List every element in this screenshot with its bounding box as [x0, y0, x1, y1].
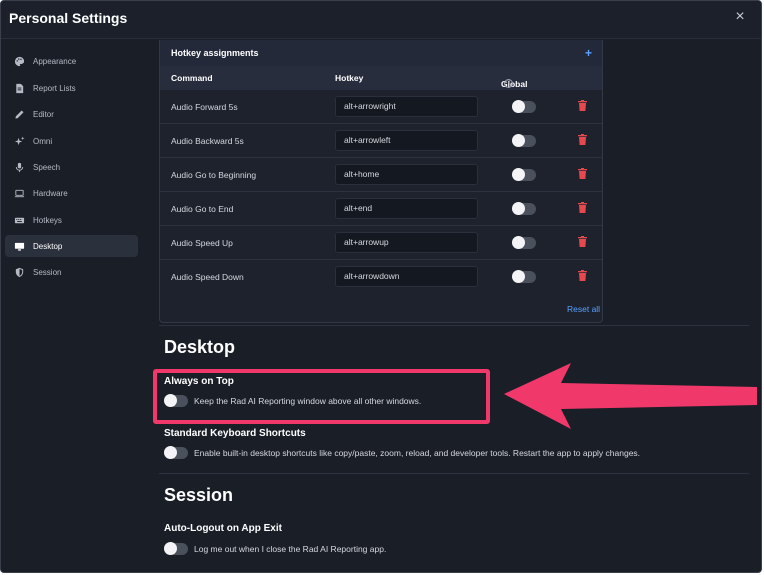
info-icon[interactable]: ? — [504, 79, 513, 88]
shield-icon — [13, 266, 25, 278]
global-toggle[interactable] — [512, 134, 536, 147]
sidebar-item-hotkeys[interactable]: Hotkeys — [5, 209, 138, 231]
auto-logout-description: Log me out when I close the Rad AI Repor… — [194, 544, 387, 554]
keyboard-shortcuts-label: Standard Keyboard Shortcuts — [164, 428, 306, 439]
close-icon[interactable]: × — [731, 8, 749, 26]
sidebar-item-omni[interactable]: Omni — [5, 130, 138, 152]
session-section-title: Session — [164, 485, 234, 505]
sidebar-item-report-lists[interactable]: Report Lists — [5, 77, 138, 99]
table-row: Audio Go to Beginning alt+home — [160, 158, 602, 192]
table-row: Audio Speed Up alt+arrowup — [160, 226, 602, 260]
hotkey-input[interactable]: alt+arrowleft — [335, 130, 478, 151]
column-hotkey: Hotkey — [335, 73, 364, 83]
sidebar-item-session[interactable]: Session — [5, 261, 138, 283]
hotkey-command: Audio Speed Down — [171, 272, 244, 282]
annotation-arrow-icon — [504, 363, 757, 429]
global-toggle[interactable] — [512, 168, 536, 181]
sidebar-item-hardware[interactable]: Hardware — [5, 182, 138, 204]
auto-logout-label: Auto-Logout on App Exit — [164, 523, 282, 534]
auto-logout-toggle[interactable] — [164, 542, 188, 555]
sidebar-item-editor[interactable]: Editor — [5, 103, 138, 125]
column-command: Command — [171, 73, 213, 83]
hotkey-input[interactable]: alt+home — [335, 164, 478, 185]
document-icon — [13, 82, 25, 94]
hotkey-command: Audio Backward 5s — [171, 136, 244, 146]
sidebar-item-desktop[interactable]: Desktop — [5, 235, 138, 257]
add-hotkey-icon[interactable]: + — [585, 46, 592, 60]
hotkey-command: Audio Go to End — [171, 204, 234, 214]
hotkey-input[interactable]: alt+arrowdown — [335, 266, 478, 287]
microphone-icon — [13, 161, 25, 173]
settings-sidebar: Appearance Report Lists Editor Omni Spee… — [1, 40, 146, 572]
hotkey-assignments-panel: Hotkey assignments + Command Hotkey Glob… — [159, 40, 603, 323]
pencil-icon — [13, 108, 25, 120]
sidebar-item-speech[interactable]: Speech — [5, 156, 138, 178]
title-bar: Personal Settings × — [1, 1, 761, 39]
table-row: Audio Speed Down alt+arrowdown — [160, 260, 602, 294]
reset-all-link[interactable]: Reset all — [567, 304, 600, 314]
window-title: Personal Settings — [9, 10, 128, 26]
table-row: Audio Go to End alt+end — [160, 192, 602, 226]
trash-icon[interactable] — [578, 202, 587, 213]
hotkey-table-header: Command Hotkey Global ? — [160, 66, 602, 90]
settings-window: Personal Settings × Appearance Report Li… — [0, 0, 762, 573]
hotkey-input[interactable]: alt+end — [335, 198, 478, 219]
hotkey-command: Audio Go to Beginning — [171, 170, 257, 180]
trash-icon[interactable] — [578, 134, 587, 145]
sparkle-icon — [13, 135, 25, 147]
global-toggle[interactable] — [512, 236, 536, 249]
divider — [159, 325, 749, 326]
sidebar-item-label: Editor — [33, 109, 54, 119]
hotkey-command: Audio Forward 5s — [171, 102, 238, 112]
sidebar-item-label: Hardware — [33, 188, 68, 198]
palette-icon — [13, 55, 25, 67]
sidebar-item-appearance[interactable]: Appearance — [5, 50, 138, 72]
sidebar-item-label: Speech — [33, 162, 61, 172]
keyboard-shortcuts-toggle[interactable] — [164, 446, 188, 459]
sidebar-item-label: Desktop — [33, 241, 63, 251]
keyboard-shortcuts-description: Enable built-in desktop shortcuts like c… — [194, 448, 641, 458]
sidebar-item-label: Session — [33, 267, 62, 277]
hotkey-panel-title: Hotkey assignments — [171, 48, 259, 58]
table-row: Audio Backward 5s alt+arrowleft — [160, 124, 602, 158]
hotkey-command: Audio Speed Up — [171, 238, 233, 248]
sidebar-item-label: Report Lists — [33, 83, 76, 93]
hotkey-input[interactable]: alt+arrowup — [335, 232, 478, 253]
hotkey-panel-header: Hotkey assignments + — [160, 40, 602, 66]
keyboard-icon — [13, 214, 25, 226]
sidebar-item-label: Appearance — [33, 56, 77, 66]
divider — [159, 473, 749, 474]
desktop-section-title: Desktop — [164, 337, 236, 357]
trash-icon[interactable] — [578, 270, 587, 281]
sidebar-item-label: Hotkeys — [33, 215, 62, 225]
laptop-icon — [13, 187, 25, 199]
table-row: Audio Forward 5s alt+arrowright — [160, 90, 602, 124]
settings-content: Hotkey assignments + Command Hotkey Glob… — [146, 40, 761, 572]
trash-icon[interactable] — [578, 236, 587, 247]
trash-icon[interactable] — [578, 168, 587, 179]
sidebar-item-label: Omni — [33, 136, 53, 146]
hotkey-input[interactable]: alt+arrowright — [335, 96, 478, 117]
global-toggle[interactable] — [512, 270, 536, 283]
trash-icon[interactable] — [578, 100, 587, 111]
monitor-icon — [13, 240, 25, 252]
annotation-highlight-box — [153, 369, 490, 424]
global-toggle[interactable] — [512, 100, 536, 113]
global-toggle[interactable] — [512, 202, 536, 215]
